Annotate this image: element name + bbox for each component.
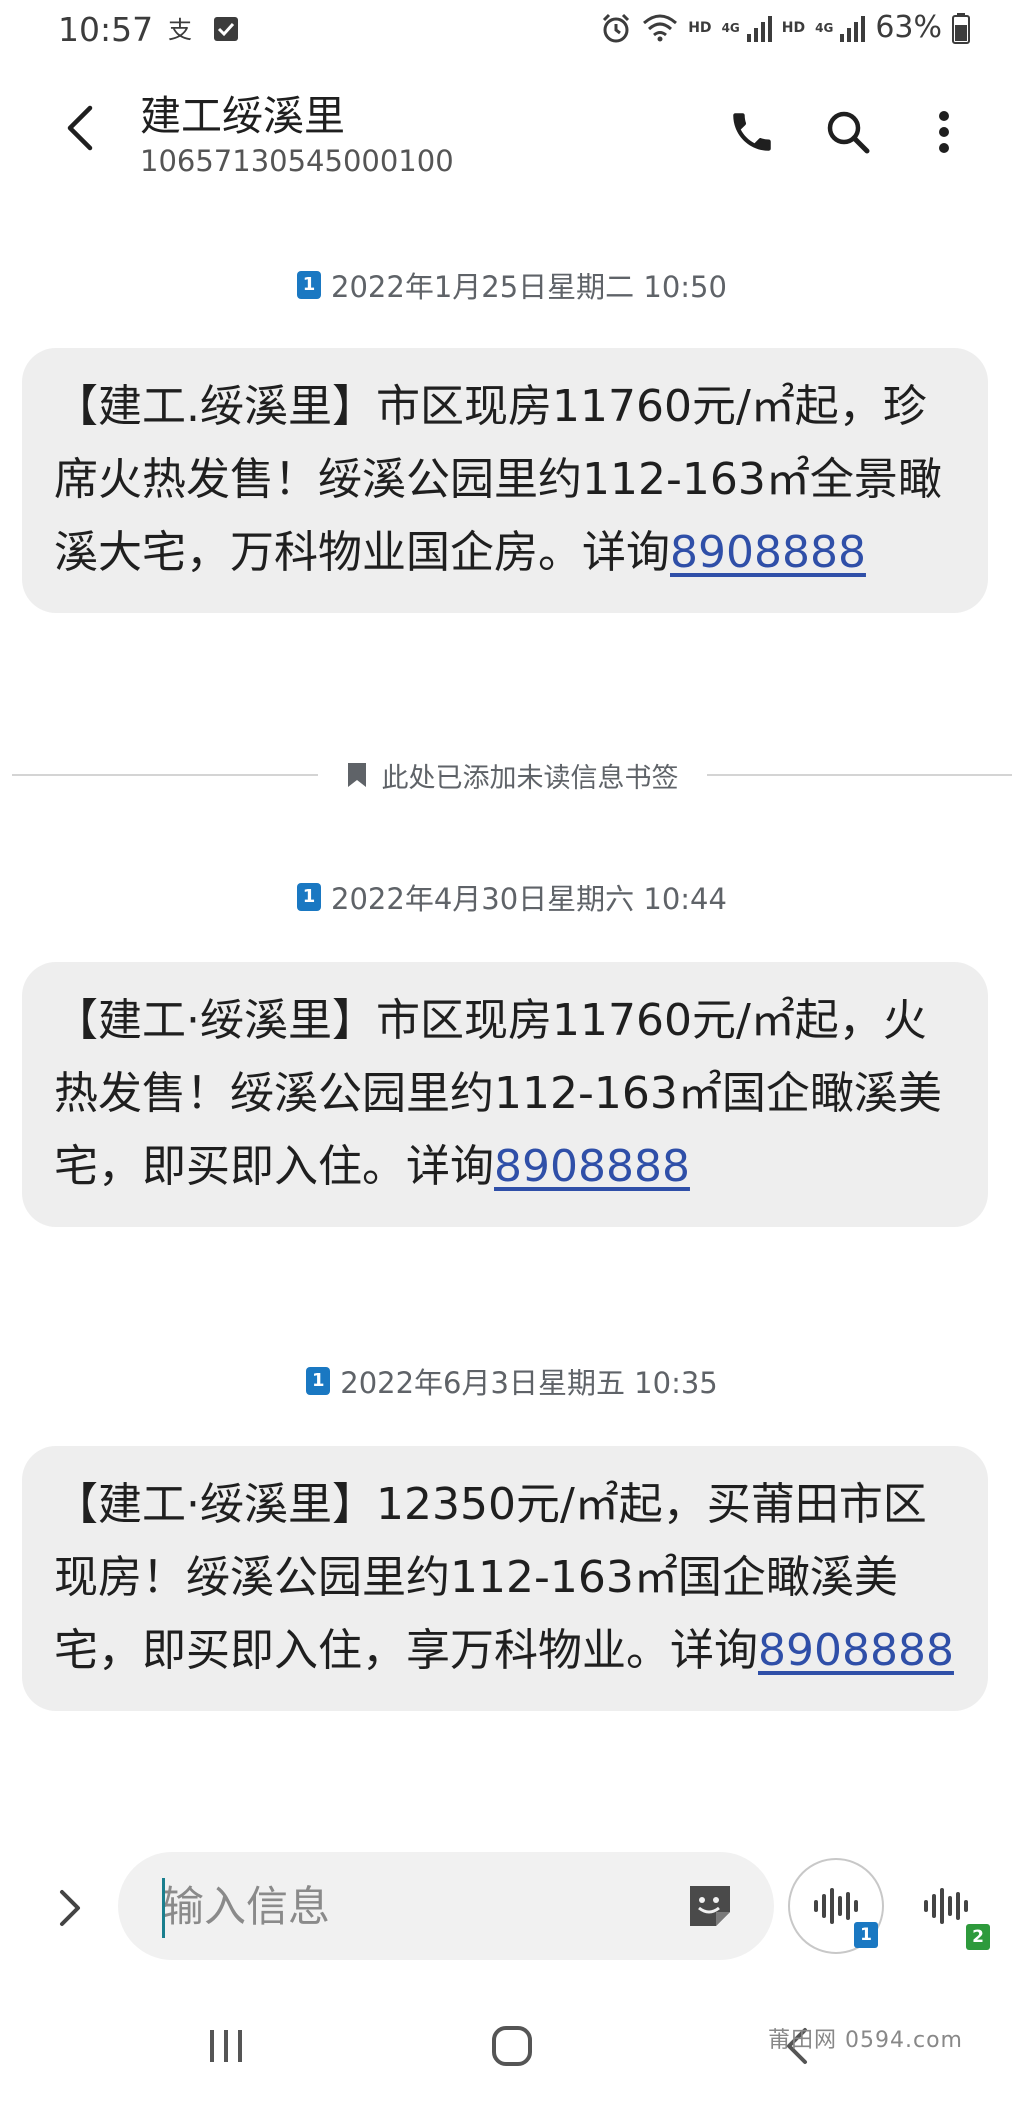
message-date: 2022年1月25日星期二 10:50 (331, 270, 727, 304)
battery-percent: 63% (875, 10, 942, 45)
svg-text:支: 支 (168, 16, 192, 44)
sim2-badge: 2 (966, 1924, 990, 1950)
bookmark-text: 此处已添加未读信息书签 (381, 762, 679, 794)
signal-icon (746, 15, 772, 42)
sim-badge: 1 (297, 271, 322, 299)
bookmark-icon (347, 763, 366, 787)
hd-label-2: HD (781, 19, 806, 36)
home-button[interactable] (472, 2014, 552, 2078)
date-header: 1 2022年6月3日星期五 10:35 (0, 1360, 1024, 1402)
bookmark-divider: 此处已添加未读信息书签 (12, 760, 1012, 794)
network-label-2: 4G (815, 20, 834, 35)
call-icon (733, 113, 771, 151)
alipay-icon: 支 (168, 16, 192, 44)
date-header: 1 2022年4月30日星期六 10:44 (0, 876, 1024, 918)
more-button[interactable] (916, 104, 972, 160)
sim-badge: 1 (297, 883, 322, 911)
sim-badge: 1 (306, 1367, 331, 1395)
message-date: 2022年4月30日星期六 10:44 (331, 882, 727, 916)
alarm-icon (603, 13, 630, 42)
voice-sim1-button[interactable]: 1 (788, 1858, 884, 1954)
message-input[interactable] (118, 1852, 774, 1960)
app-bar: 建工绥溪里 10657130545000100 (0, 72, 1024, 192)
message-bubble[interactable]: 【建工·绥溪里】12350元/㎡起，买莆田市区现房！绥溪公园里约112-163㎡… (22, 1446, 988, 1711)
contact-number: 10657130545000100 (140, 144, 454, 178)
call-button[interactable] (724, 104, 780, 160)
status-time: 10:57 (58, 10, 154, 49)
search-button[interactable] (820, 104, 876, 160)
checkbox-icon (214, 17, 238, 41)
status-bar: 10:57 支 HD 4G HD 4G 63% (0, 0, 1024, 60)
date-header: 1 2022年1月25日星期二 10:50 (0, 264, 1024, 306)
back-button[interactable] (52, 100, 108, 156)
back-arrow-icon (67, 105, 93, 151)
message-bubble[interactable]: 【建工.绥溪里】市区现房11760元/㎡起，珍席火热发售！绥溪公园里约112-1… (22, 348, 988, 613)
phone-link[interactable]: 8908888 (670, 527, 866, 578)
battery-icon (952, 12, 970, 44)
sim1-badge: 1 (854, 1922, 878, 1948)
recents-button[interactable] (186, 2014, 266, 2078)
network-label: 4G (721, 20, 740, 35)
watermark: 莆田网 0594.com (768, 2028, 963, 2053)
more-icon (939, 111, 949, 153)
phone-link[interactable]: 8908888 (758, 1625, 954, 1676)
home-icon (492, 2026, 532, 2066)
phone-link[interactable]: 8908888 (494, 1141, 690, 1192)
voice-wave-icon (924, 1888, 968, 1924)
expand-button[interactable] (50, 1880, 90, 1936)
voice-sim2-button[interactable]: 2 (898, 1858, 994, 1954)
recents-icon (210, 2030, 242, 2062)
voice-wave-icon (814, 1888, 858, 1924)
sticker-icon[interactable] (684, 1880, 736, 1932)
chevron-right-icon (60, 1890, 80, 1926)
wifi-icon (643, 14, 678, 41)
hd-label: HD (688, 19, 712, 36)
text-caret (162, 1878, 165, 1938)
contact-name[interactable]: 建工绥溪里 (140, 82, 345, 142)
message-date: 2022年6月3日星期五 10:35 (340, 1366, 718, 1400)
message-bubble[interactable]: 【建工·绥溪里】市区现房11760元/㎡起，火热发售！绥溪公园里约112-163… (22, 962, 988, 1227)
signal-icon (840, 15, 866, 42)
search-icon (827, 111, 870, 154)
